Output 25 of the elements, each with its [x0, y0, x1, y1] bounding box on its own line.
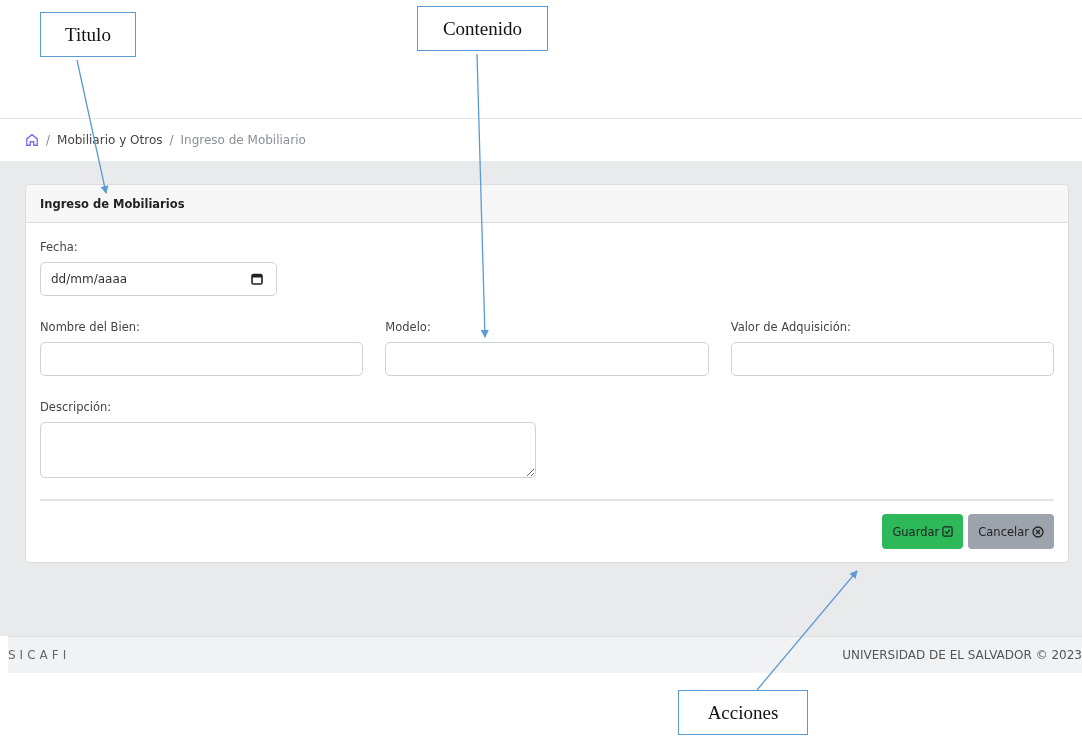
close-icon [1032, 525, 1044, 538]
calendar-icon[interactable] [251, 273, 263, 285]
breadcrumb-link[interactable]: Ingreso de Mobiliario [180, 133, 306, 147]
field-label: Valor de Adquisición: [730, 320, 852, 334]
home-icon[interactable] [25, 133, 39, 147]
field-label: Nombre del Bien: [40, 320, 141, 334]
input-field[interactable] [40, 342, 364, 376]
save-button[interactable]: Guardar [882, 514, 964, 549]
callout-label: Titulo [40, 12, 136, 57]
date-field[interactable]: dd/mm/aaaa [40, 262, 277, 296]
footer-copyright: UNIVERSIDAD DE EL SALVADOR © 2023 [842, 648, 1082, 662]
breadcrumb-separator: / [46, 133, 51, 147]
field-label: Modelo: [385, 320, 432, 334]
card-title: Ingreso de Mobiliarios [40, 196, 185, 211]
field-label: Fecha: [40, 240, 79, 254]
cancel-button[interactable]: Cancelar [968, 514, 1054, 549]
textarea-field[interactable] [40, 422, 536, 478]
input-field[interactable] [385, 342, 709, 376]
checkbox-icon [942, 526, 954, 537]
input-field[interactable] [730, 342, 1054, 376]
callout-label: Contenido [417, 6, 548, 51]
footer-brand: SICAFI [8, 648, 71, 662]
callout-label: Acciones [678, 690, 808, 735]
breadcrumb-separator: / [169, 133, 174, 147]
field-label: Descripción: [40, 400, 113, 414]
